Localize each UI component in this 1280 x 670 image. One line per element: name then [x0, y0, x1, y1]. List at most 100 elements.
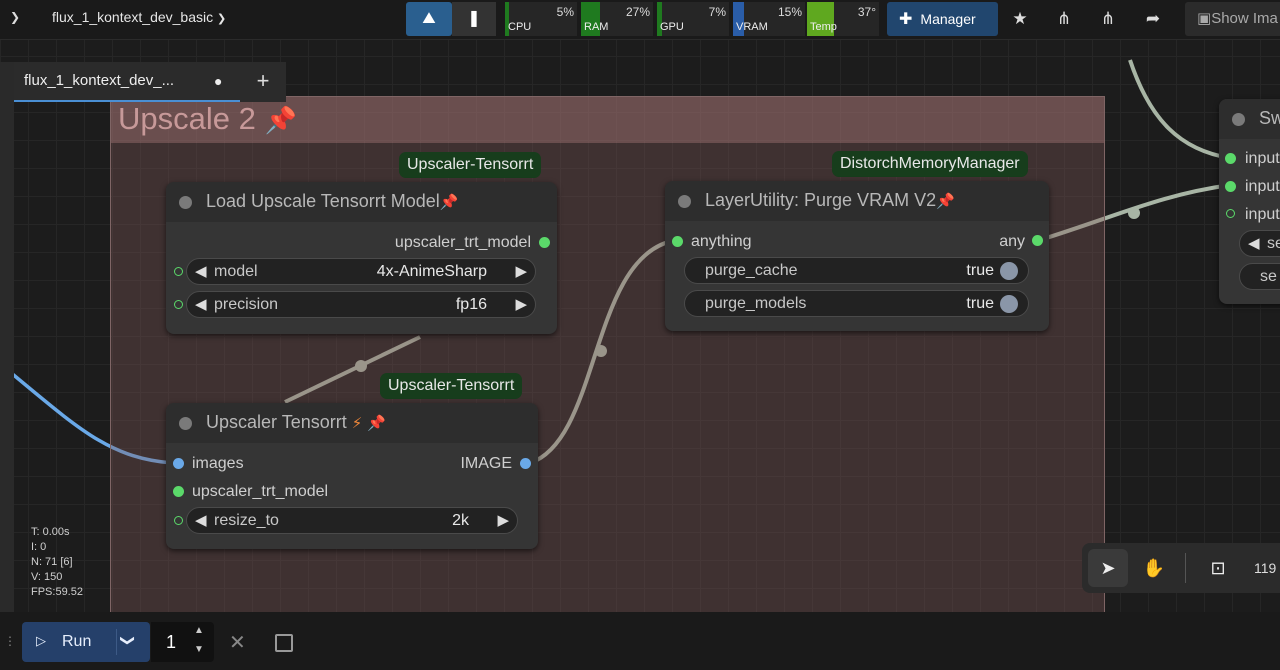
resize-to-combo[interactable]: ◀ resize_to 2k ▶ [186, 507, 518, 534]
output-slot-label: IMAGE [460, 455, 512, 472]
top-menubar: ❯ flux_1_kontext_dev_basic ❯ ⛰ ❚ CPU 5% RA… [0, 0, 1280, 40]
link-top-right [1128, 59, 1231, 160]
partial-widget[interactable]: se [1239, 263, 1280, 290]
stop-icon[interactable] [275, 634, 293, 652]
workflow-graph-alt-icon[interactable]: ⋔ [1088, 2, 1128, 36]
collapse-dot-icon[interactable] [179, 417, 192, 430]
node-title: Load Upscale Tensorrt Model📌 [206, 191, 459, 211]
purge-vram-node[interactable]: LayerUtility: Purge VRAM V2📌 anything an… [665, 181, 1049, 331]
monitor-label: VRAM [736, 21, 768, 33]
monitor-value: 15% [777, 5, 802, 19]
arrow-left-icon[interactable]: ◀ [195, 511, 207, 529]
monitor-gpu: GPU 7% [657, 2, 729, 36]
divider [1185, 553, 1186, 583]
input-slot-label: input [1245, 178, 1280, 195]
monitor-temp: Temp 37° [807, 2, 879, 36]
input-pin[interactable] [1226, 209, 1235, 218]
run-button[interactable]: ▷ Run ❯ [22, 622, 150, 662]
input-pin[interactable] [1225, 153, 1236, 164]
queue-count-input[interactable]: 1 ▲ ▼ [151, 622, 214, 662]
logo-icon-button[interactable]: ⛰ [406, 2, 452, 36]
node-title-bar[interactable]: Load Upscale Tensorrt Model📌 [166, 182, 557, 222]
partial-widget[interactable]: ◀ se [1239, 230, 1280, 257]
decrement-icon[interactable]: ▼ [194, 644, 204, 655]
chevron-down-icon[interactable]: ❯ [10, 10, 20, 24]
upscaler-tensorrt-node[interactable]: Upscaler Tensorrt ⚡ 📌 images IMAGE upsca… [166, 403, 538, 549]
arrow-left-icon[interactable]: ◀ [195, 295, 207, 313]
workflow-graph-icon[interactable]: ⋔ [1044, 2, 1084, 36]
play-icon: ▷ [36, 633, 46, 648]
monitor-value: 5% [556, 5, 574, 19]
purge-models-toggle[interactable]: purge_models true [684, 290, 1029, 317]
show-image-button[interactable]: ▣Show Ima [1185, 2, 1280, 36]
load-upscale-model-node[interactable]: Load Upscale Tensorrt Model📌 upscaler_tr… [166, 182, 557, 334]
node-title-bar[interactable]: LayerUtility: Purge VRAM V2📌 [665, 181, 1049, 221]
collapse-dot-icon[interactable] [179, 196, 192, 209]
workflow-tabs: flux_1_kontext_dev_... ● + [14, 62, 286, 102]
image-icon: ▣ [1197, 10, 1212, 27]
canvas-toolbox: ➤ ✋ ⊡ 119 [1082, 543, 1280, 593]
arrow-left-icon[interactable]: ◀ [195, 262, 207, 280]
monitor-vram: VRAM 15% [733, 2, 805, 36]
input-pin[interactable] [173, 486, 184, 497]
group-header[interactable]: Upscale 2 📌 [111, 97, 1104, 143]
output-pin[interactable] [1032, 235, 1043, 246]
output-pin[interactable] [520, 458, 531, 469]
hand-pan-icon[interactable]: ✋ [1134, 549, 1174, 587]
node-badge: DistorchMemoryManager [832, 151, 1028, 177]
toggle-knob-icon[interactable] [1000, 262, 1018, 280]
increment-icon[interactable]: ▲ [194, 625, 204, 636]
widget-input-pin[interactable] [174, 516, 183, 525]
share-icon[interactable]: ➦ [1133, 2, 1173, 36]
input-slot-label: images [192, 455, 244, 472]
monitor-cpu: CPU 5% [505, 2, 577, 36]
toggle-knob-icon[interactable] [1000, 295, 1018, 313]
partial-node[interactable]: Sw input input input ◀ se se [1219, 99, 1280, 304]
collapse-dot-icon[interactable] [678, 195, 691, 208]
input-pin[interactable] [173, 458, 184, 469]
node-title-bar[interactable]: Upscaler Tensorrt ⚡ 📌 [166, 403, 538, 443]
widget-input-pin[interactable] [174, 300, 183, 309]
workflow-tab[interactable]: flux_1_kontext_dev_... ● [14, 62, 240, 102]
select-pointer-icon[interactable]: ➤ [1088, 549, 1128, 587]
bookmark-icon[interactable]: ❚ [452, 2, 496, 36]
input-slot-label: input [1245, 150, 1280, 167]
lightning-icon: ⚡ [351, 415, 363, 432]
monitor-ram: RAM 27% [581, 2, 653, 36]
modified-dot-icon[interactable]: ● [214, 73, 222, 89]
puzzle-icon: ✚ [899, 11, 913, 28]
node-badge: Upscaler-Tensorrt [399, 152, 542, 178]
chevron-down-icon[interactable]: ❯ [119, 635, 136, 647]
output-slot-label: upscaler_trt_model [394, 234, 531, 251]
zoom-level[interactable]: 119 [1254, 560, 1276, 576]
pin-icon: 📌 [439, 194, 459, 211]
arrow-right-icon[interactable]: ▶ [497, 511, 509, 529]
widget-input-pin[interactable] [174, 267, 183, 276]
left-panel-edge [0, 62, 14, 612]
node-title-bar[interactable]: Sw [1219, 99, 1280, 139]
model-combo[interactable]: ◀ model 4x-AnimeSharp ▶ [186, 258, 536, 285]
star-icon[interactable]: ★ [1000, 2, 1040, 36]
output-pin[interactable] [539, 237, 550, 248]
pin-icon: 📌 [264, 105, 297, 135]
add-tab-button[interactable]: + [240, 62, 286, 102]
bottom-action-bar: ⋮ ▷ Run ❯ 1 ▲ ▼ ✕ [0, 612, 1280, 670]
workflow-title[interactable]: flux_1_kontext_dev_basic ❯ [52, 9, 226, 25]
group-title: Upscale 2 📌 [118, 101, 297, 136]
arrow-right-icon[interactable]: ▶ [515, 262, 527, 280]
arrow-right-icon[interactable]: ▶ [515, 295, 527, 313]
output-slot-label: any [999, 233, 1025, 250]
purge-cache-toggle[interactable]: purge_cache true [684, 257, 1029, 284]
input-pin[interactable] [672, 236, 683, 247]
node-title: Sw [1259, 108, 1280, 128]
drag-handle-icon[interactable]: ⋮ [4, 634, 16, 648]
divider [116, 629, 117, 655]
monitor-label: CPU [508, 21, 532, 33]
node-badge: Upscaler-Tensorrt [380, 373, 523, 399]
fit-view-icon[interactable]: ⊡ [1198, 549, 1238, 587]
input-pin[interactable] [1225, 181, 1236, 192]
manager-button[interactable]: ✚ Manager [887, 2, 998, 36]
precision-combo[interactable]: ◀ precision fp16 ▶ [186, 291, 536, 318]
cancel-icon[interactable]: ✕ [229, 630, 246, 655]
collapse-dot-icon[interactable] [1232, 113, 1245, 126]
